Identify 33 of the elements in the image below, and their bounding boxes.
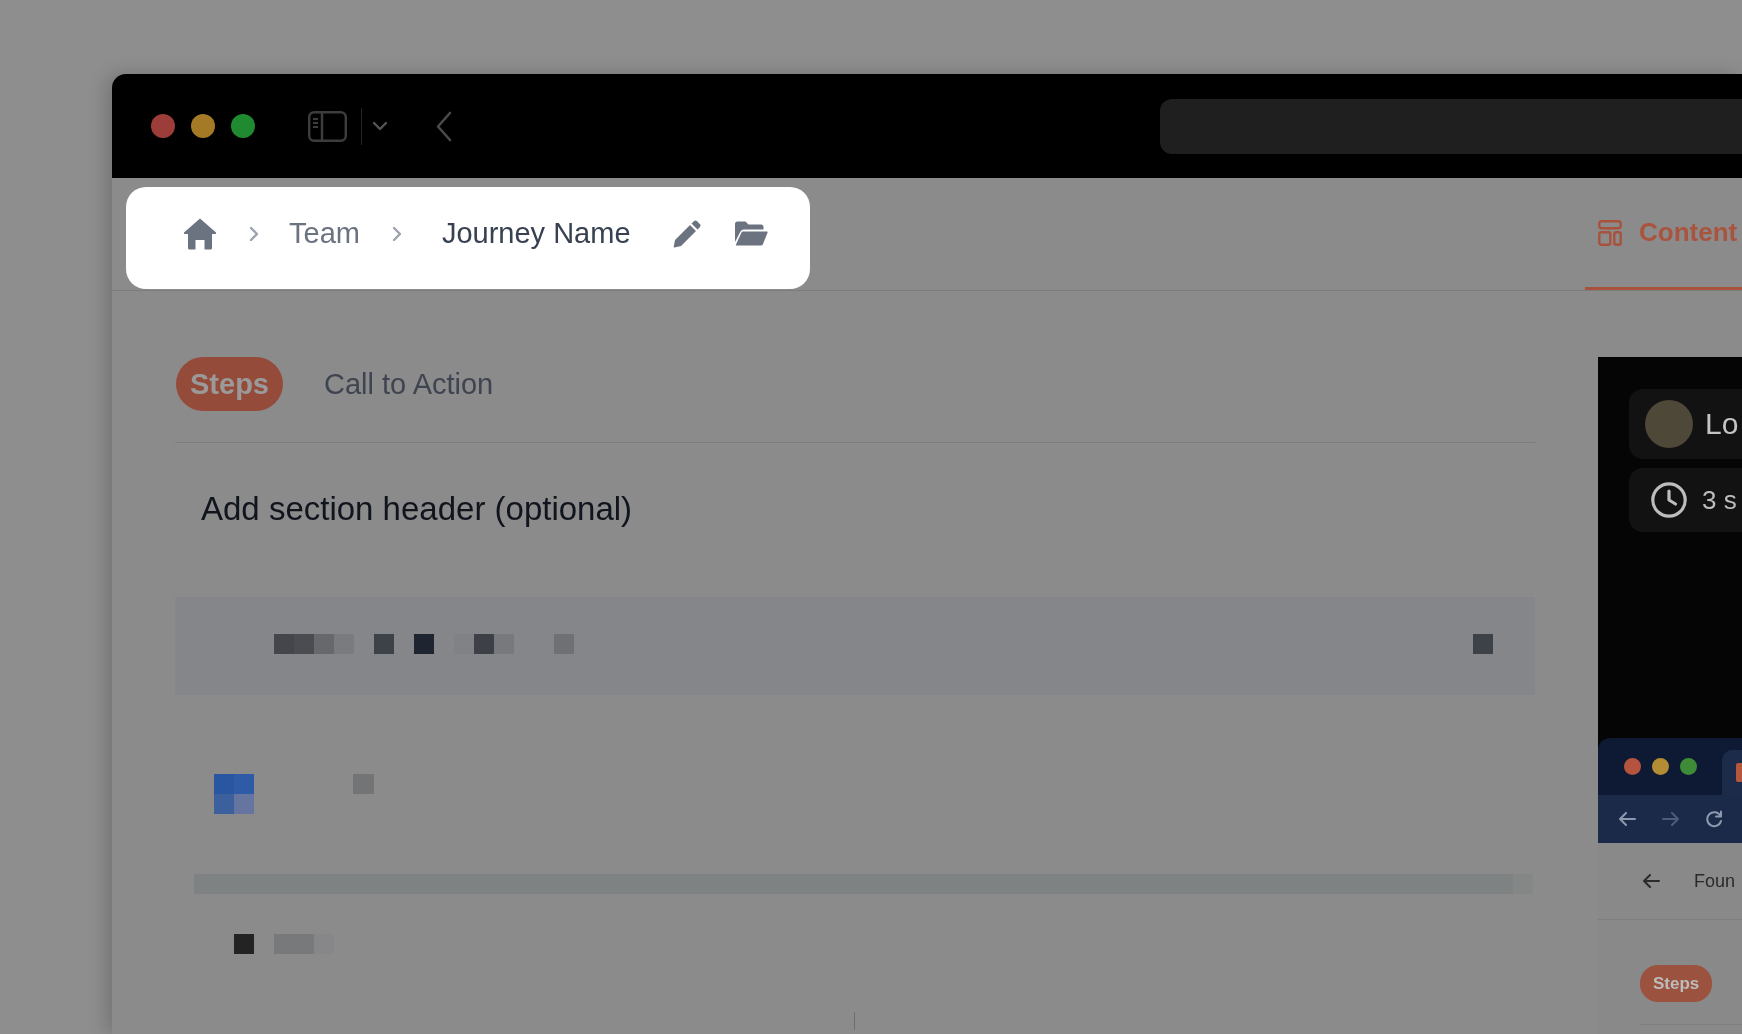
duration-text: 3 s	[1702, 484, 1737, 516]
back-arrow-icon	[1642, 874, 1660, 888]
pixelated-icon-drawing	[1473, 634, 1493, 654]
maximize-icon[interactable]	[231, 114, 255, 138]
pixelated-text-drawing	[353, 774, 374, 794]
maximize-icon	[1680, 758, 1697, 775]
home-icon[interactable]	[183, 217, 217, 250]
close-icon	[1624, 758, 1641, 775]
chevron-right-icon	[249, 225, 259, 242]
folder-icon[interactable]	[734, 221, 768, 246]
chevron-right-icon	[391, 225, 402, 242]
back-arrow-icon	[1618, 812, 1636, 826]
view-tab[interactable]: Content	[1585, 178, 1742, 290]
breadcrumb-link[interactable]: Team	[289, 217, 360, 250]
favicon-icon	[1736, 763, 1742, 782]
reload-icon	[1705, 810, 1723, 828]
forward-arrow-icon	[1662, 812, 1680, 826]
clock-icon	[1651, 482, 1687, 518]
author-name: Lo	[1705, 407, 1739, 441]
tab-pill: Steps	[1640, 965, 1713, 1002]
avatar-placeholder	[1645, 400, 1693, 448]
layout-icon	[1598, 219, 1622, 246]
pixelated-image-drawing	[214, 774, 254, 814]
page-title: Foun	[1694, 870, 1736, 892]
minimize-icon[interactable]	[191, 114, 215, 138]
pencil-icon[interactable]	[672, 219, 701, 248]
editor-tab[interactable]: Call to Action	[310, 357, 508, 411]
close-icon[interactable]	[151, 114, 175, 138]
editor-tab[interactable]: Steps	[176, 357, 283, 411]
chevron-down-icon[interactable]	[372, 121, 388, 131]
minimize-icon	[1652, 758, 1669, 775]
breadcrumb-current: Journey Name	[441, 217, 631, 250]
section-header-field[interactable]: Add section header (optional)	[175, 488, 655, 530]
